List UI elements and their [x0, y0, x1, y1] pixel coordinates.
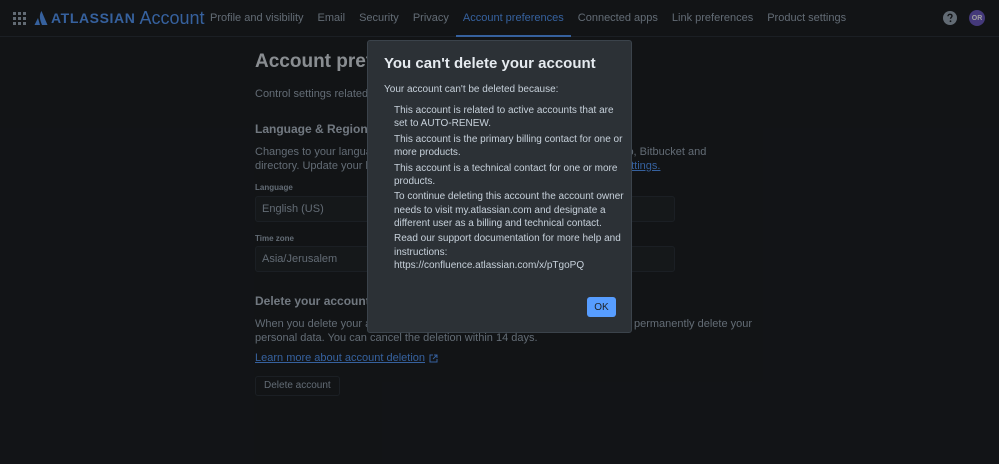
reasons-list: This account is related to active accoun…	[394, 104, 624, 274]
dialog-title: You can't delete your account	[384, 55, 596, 72]
cannot-delete-dialog: You can't delete your account Your accou…	[367, 40, 632, 333]
reason-continue-instructions: To continue deleting this account the ac…	[394, 191, 624, 229]
reason-billing-contact: This account is the primary billing cont…	[394, 133, 623, 158]
reason-auto-renew: This account is related to active accoun…	[394, 105, 614, 130]
reason-support-documentation: Read our support documentation for more …	[394, 233, 621, 271]
ok-button[interactable]: OK	[587, 297, 616, 317]
dialog-intro: Your account can't be deleted because:	[384, 84, 559, 95]
reason-technical-contact: This account is a technical contact for …	[394, 162, 618, 187]
